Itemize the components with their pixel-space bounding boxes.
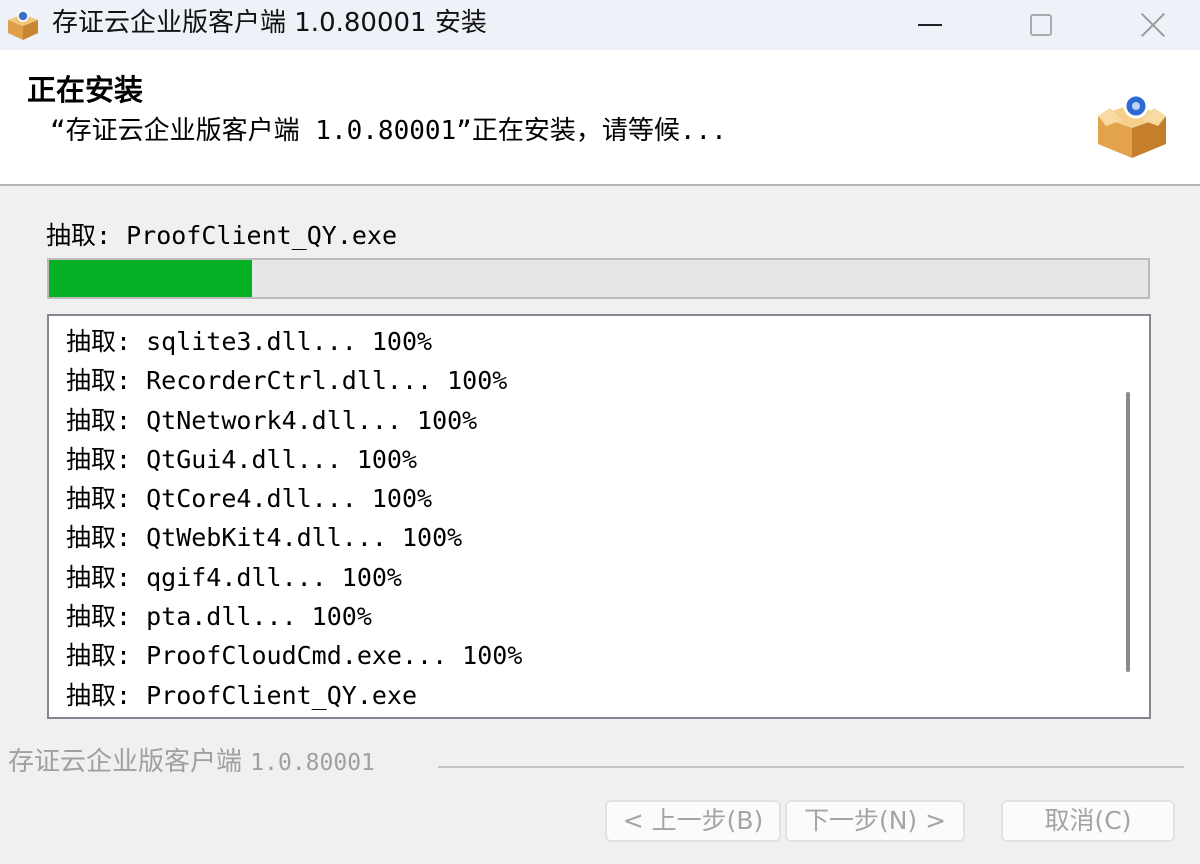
title-bar: 存证云企业版客户端 1.0.80001 安装 bbox=[0, 0, 1200, 50]
divider bbox=[438, 766, 1184, 768]
log-item: 抽取: QtCore4.dll... 100% bbox=[66, 484, 433, 514]
brand-name: 存证云企业版客户端 bbox=[8, 747, 243, 777]
log-item: 抽取: pta.dll... 100% bbox=[66, 602, 372, 632]
close-icon bbox=[1140, 12, 1166, 38]
log-item: 抽取: ProofCloudCmd.exe... 100% bbox=[66, 641, 523, 671]
installer-box-icon bbox=[8, 10, 38, 40]
log-item: 抽取: ProofClient_QY.exe bbox=[66, 680, 418, 710]
back-button[interactable]: < 上一步(B) bbox=[605, 800, 781, 842]
minimize-icon bbox=[918, 24, 942, 26]
page-subtitle: “存证云企业版客户端 1.0.80001”正在安装，请等候... bbox=[50, 116, 727, 146]
header-panel: 正在安装 “存证云企业版客户端 1.0.80001”正在安装，请等候... bbox=[0, 50, 1200, 186]
brand-text: 存证云企业版客户端 1.0.80001 bbox=[8, 744, 375, 781]
close-button[interactable] bbox=[1116, 0, 1190, 50]
next-button[interactable]: 下一步(N) > bbox=[785, 800, 965, 842]
current-file-label: 抽取: ProofClient_QY.exe bbox=[46, 221, 398, 250]
log-scrollbar[interactable] bbox=[1107, 316, 1149, 717]
minimize-button[interactable] bbox=[893, 0, 967, 50]
log-item: 抽取: sqlite3.dll... 100% bbox=[66, 327, 433, 356]
log-item: 抽取: qgif4.dll... 100% bbox=[66, 562, 402, 592]
scrollbar-thumb[interactable] bbox=[1126, 392, 1130, 672]
install-log[interactable]: 抽取: sqlite3.dll... 100% 抽取: RecorderCtrl.… bbox=[47, 314, 1151, 719]
log-list: 抽取: sqlite3.dll... 100% 抽取: RecorderCtrl.… bbox=[66, 322, 522, 715]
progress-bar bbox=[47, 258, 1150, 299]
cancel-button[interactable]: 取消(C) bbox=[1001, 800, 1175, 842]
log-item: 抽取: QtWebKit4.dll... 100% bbox=[66, 523, 463, 553]
log-item: 抽取: QtGui4.dll... 100% bbox=[66, 444, 418, 474]
window-title: 存证云企业版客户端 1.0.80001 安装 bbox=[52, 8, 487, 38]
installer-box-icon bbox=[1098, 93, 1166, 158]
progress-fill bbox=[49, 260, 253, 297]
maximize-icon bbox=[1030, 14, 1052, 36]
log-item: 抽取: QtNetwork4.dll... 100% bbox=[66, 405, 478, 435]
page-title: 正在安装 bbox=[27, 73, 144, 107]
maximize-button[interactable] bbox=[1004, 0, 1078, 50]
brand-version: 1.0.80001 bbox=[250, 750, 375, 776]
log-item: 抽取: RecorderCtrl.dll... 100% bbox=[66, 366, 508, 396]
